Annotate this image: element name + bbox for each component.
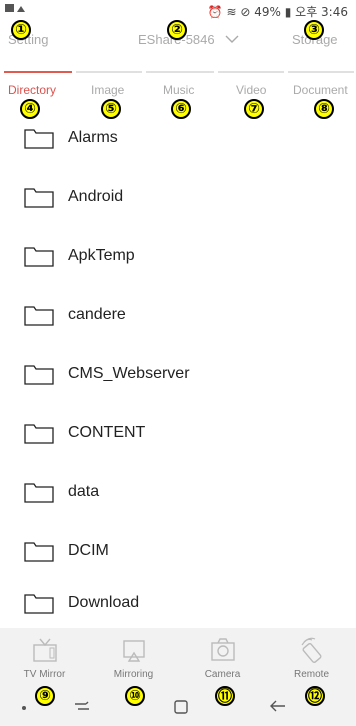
folder-name: Alarms [68, 128, 118, 146]
battery-percent: 49% [254, 5, 281, 19]
mirroring-button[interactable]: Mirroring [89, 628, 178, 686]
dot-indicator [22, 706, 26, 710]
list-item[interactable]: Download [0, 573, 356, 632]
folder-icon [24, 246, 54, 267]
folder-name: CMS_Webserver [68, 364, 190, 382]
tab-indicator-active [4, 71, 72, 73]
bottom-action-bar: TV Mirror Mirroring Camera Remote [0, 628, 356, 686]
alarm-icon: ⏰ [207, 5, 223, 19]
folder-name: candere [68, 305, 126, 323]
remote-label: Remote [293, 669, 329, 680]
tab-image[interactable]: Image [91, 83, 124, 97]
folder-icon [24, 593, 54, 614]
home-icon[interactable] [172, 698, 190, 716]
list-item[interactable]: CMS_Webserver [0, 344, 356, 403]
annotation-marker: ② [167, 20, 187, 40]
tv-mirror-button[interactable]: TV Mirror [0, 628, 89, 686]
folder-icon [24, 541, 54, 562]
list-item[interactable]: CONTENT [0, 403, 356, 462]
battery-icon: ▮ [284, 5, 292, 19]
folder-name: data [68, 482, 100, 500]
mirroring-icon [122, 640, 145, 662]
wifi-icon: ≋ [226, 5, 237, 19]
tab-video[interactable]: Video [236, 83, 266, 97]
annotation-marker: ⑩ [125, 686, 145, 706]
mute-icon: ⊘ [240, 5, 251, 19]
folder-name: DCIM [68, 541, 109, 559]
remote-icon [301, 637, 321, 663]
back-icon[interactable] [268, 698, 288, 714]
remote-button[interactable]: Remote [267, 628, 356, 686]
mirroring-label: Mirroring [113, 669, 154, 680]
annotation-marker: ⑧ [314, 99, 334, 119]
chevron-down-icon [225, 35, 239, 43]
tab-document[interactable]: Document [293, 83, 348, 97]
annotation-marker: ⑪ [215, 686, 235, 706]
list-item[interactable]: DCIM [0, 521, 356, 580]
camera-label: Camera [204, 669, 241, 680]
status-bar: ⏰ ≋ ⊘ 49% ▮ 오후 3:46 [0, 0, 356, 22]
status-indicators: ⏰ ≋ ⊘ 49% ▮ 오후 3:46 [208, 3, 348, 20]
tab-divider [146, 71, 214, 73]
clock: 오후 3:46 [295, 5, 348, 19]
folder-icon [24, 364, 54, 385]
annotation-marker: ⑨ [35, 686, 55, 706]
list-item[interactable]: Android [0, 167, 356, 226]
folder-name: Android [68, 187, 124, 205]
notification-icons [4, 2, 28, 17]
tab-music[interactable]: Music [163, 83, 194, 97]
folder-icon [24, 128, 54, 149]
folder-icon [24, 423, 54, 444]
tab-divider [218, 71, 284, 73]
camera-icon [210, 638, 235, 661]
folder-name: Download [68, 593, 140, 611]
device-selector[interactable]: EShare-5846 [138, 32, 240, 47]
folder-name: CONTENT [68, 423, 146, 441]
list-item[interactable]: data [0, 462, 356, 521]
folder-icon [24, 187, 54, 208]
tv-icon [32, 638, 57, 662]
folder-icon [24, 305, 54, 326]
annotation-marker: ③ [304, 20, 324, 40]
tab-directory[interactable]: Directory [8, 83, 56, 97]
recent-apps-icon[interactable] [72, 698, 92, 714]
tab-divider [76, 71, 142, 73]
list-item[interactable]: candere [0, 285, 356, 344]
annotation-marker: ④ [20, 99, 40, 119]
annotation-marker: ⑤ [101, 99, 121, 119]
tab-divider [288, 71, 354, 73]
annotation-marker: ⑥ [171, 99, 191, 119]
annotation-marker: ⑦ [244, 99, 264, 119]
camera-button[interactable]: Camera [178, 628, 267, 686]
annotation-marker: ① [11, 20, 31, 40]
gallery-icon [5, 4, 25, 12]
list-item[interactable]: ApkTemp [0, 226, 356, 285]
folder-name: ApkTemp [68, 246, 135, 264]
folder-icon [24, 482, 54, 503]
annotation-marker: ⑫ [305, 686, 325, 706]
tv-mirror-label: TV Mirror [23, 669, 66, 680]
